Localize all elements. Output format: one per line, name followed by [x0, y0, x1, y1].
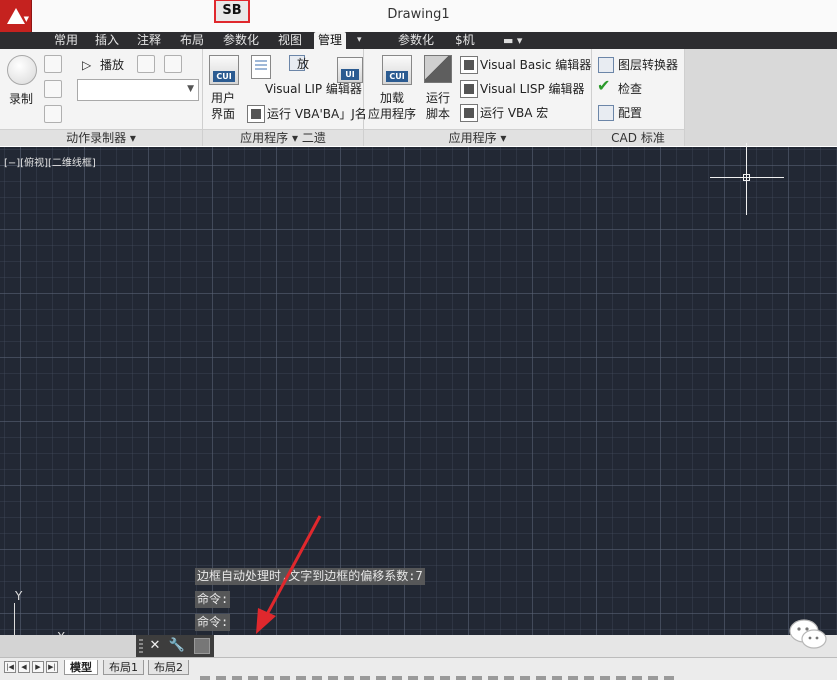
- record-button-label[interactable]: 录制: [9, 92, 33, 106]
- status-bar-toggles[interactable]: [200, 676, 680, 680]
- tab-overflow-icon[interactable]: ▾: [357, 32, 362, 49]
- vba-editor-icon[interactable]: [460, 56, 478, 74]
- command-history-line: 命令:: [195, 614, 231, 631]
- crosshair-pickbox: [743, 174, 750, 181]
- playback-label[interactable]: 放: [297, 57, 309, 71]
- run-vba-icon[interactable]: [247, 105, 265, 123]
- macro-select-combo[interactable]: ▼: [77, 79, 199, 101]
- tab-parametric[interactable]: 参数化: [219, 32, 263, 49]
- tab-parametric-2[interactable]: 参数化: [394, 32, 438, 49]
- tab-extra[interactable]: $机: [451, 32, 479, 49]
- last-layout-icon[interactable]: ▶|: [46, 661, 58, 673]
- visual-lisp-editor-label-2[interactable]: Visual LISP 编辑器: [480, 82, 585, 96]
- tab-view[interactable]: 视图: [274, 32, 306, 49]
- panel-title-applications[interactable]: 应用程序 ▾: [364, 129, 591, 146]
- tool-palettes-icon[interactable]: [251, 55, 271, 79]
- cui-import-icon[interactable]: UI: [337, 57, 363, 83]
- ribbon-empty-area: [685, 49, 837, 146]
- command-history-line: 边框自动处理时,文字到边框的偏移系数:7: [195, 568, 425, 585]
- workspace-switch-icon[interactable]: ▬ ▾: [503, 32, 522, 49]
- run-vba-macro-label[interactable]: 运行 VBA 宏: [480, 106, 548, 120]
- drag-grip-icon[interactable]: [139, 639, 143, 653]
- preference-icon[interactable]: [137, 55, 155, 73]
- request-input-icon[interactable]: [44, 80, 62, 98]
- next-layout-icon[interactable]: ▶: [32, 661, 44, 673]
- command-history-line: 命令:: [195, 591, 231, 608]
- drawing-canvas[interactable]: [−][俯视][二维线框] 边框自动处理时,文字到边框的偏移系数:7 命令: 命…: [0, 143, 837, 644]
- command-line-bar: ✕ 🔧: [0, 635, 837, 657]
- run-vba-label[interactable]: 运行 VBA'BA」J名: [267, 107, 367, 121]
- layer-translator-label[interactable]: 图层转换器: [618, 58, 678, 72]
- tab-home[interactable]: 常用: [50, 32, 82, 49]
- insert-message-icon[interactable]: [44, 55, 62, 73]
- prev-layout-icon[interactable]: ◀: [18, 661, 30, 673]
- play-button-label[interactable]: 播放: [100, 58, 124, 72]
- panel-action-recorder: 录制 ▷ 播放 ▼ 动作录制器 ▾: [0, 49, 203, 146]
- panel-cad-standards: 图层转换器 ✔ 检查 配置 CAD 标准: [592, 49, 685, 146]
- tab-layout1[interactable]: 布局1: [103, 660, 144, 675]
- visual-lisp-editor-label[interactable]: Visual LIP 编辑器: [265, 82, 362, 96]
- configure-icon[interactable]: [598, 105, 614, 121]
- wrench-icon[interactable]: 🔧: [168, 637, 186, 655]
- title-bar: ▼ Drawing1: [0, 0, 837, 32]
- ucs-y-label: Y: [15, 589, 23, 603]
- command-line-tools: ✕ 🔧: [136, 635, 214, 657]
- load-application-label-2[interactable]: 应用程序: [368, 107, 416, 121]
- command-input[interactable]: [214, 635, 837, 657]
- tab-manage[interactable]: 管理: [314, 32, 347, 49]
- close-icon[interactable]: ✕: [146, 637, 164, 655]
- ribbon: 录制 ▷ 播放 ▼ 动作录制器 ▾ CUI 用户 界面 放 UI Visual …: [0, 49, 837, 146]
- command-input-value[interactable]: SB: [214, 0, 250, 23]
- play-icon[interactable]: ▷: [82, 58, 91, 72]
- check-label[interactable]: 检查: [618, 82, 642, 96]
- record-circle-icon[interactable]: [7, 55, 37, 85]
- panel-title-cad-standards: CAD 标准: [592, 129, 684, 146]
- panel-applications: CUI 加载 应用程序 运行 脚本 Visual Basic 编辑器 Visua…: [364, 49, 592, 146]
- visual-lisp-icon[interactable]: [460, 80, 478, 98]
- run-script-label-1[interactable]: 运行: [426, 91, 450, 105]
- panel-title-action-recorder[interactable]: 动作录制器 ▾: [0, 129, 202, 146]
- user-interface-label-1[interactable]: 用户: [211, 91, 235, 105]
- run-vba-macro-icon[interactable]: [460, 104, 478, 122]
- configure-label[interactable]: 配置: [618, 106, 642, 120]
- command-prompt-icon[interactable]: [194, 638, 210, 654]
- tab-annotate[interactable]: 注释: [133, 32, 165, 49]
- panel-title-customization[interactable]: 应用程序 ▾ 二遗: [203, 129, 363, 146]
- run-script-label-2[interactable]: 脚本: [426, 107, 450, 121]
- layer-translator-icon[interactable]: [598, 57, 614, 73]
- insert-base-point-icon[interactable]: [44, 105, 62, 123]
- chevron-down-icon: ▼: [187, 84, 194, 94]
- ucs-y-axis: [14, 603, 15, 639]
- load-application-icon[interactable]: CUI: [382, 55, 412, 85]
- tab-layout2[interactable]: 布局2: [148, 660, 189, 675]
- wechat-watermark-icon: [789, 619, 827, 649]
- run-script-icon[interactable]: [424, 55, 452, 83]
- user-interface-label-2[interactable]: 界面: [211, 107, 235, 121]
- window-title: Drawing1: [387, 7, 450, 22]
- tab-insert[interactable]: 插入: [91, 32, 123, 49]
- tab-layout[interactable]: 布局: [176, 32, 208, 49]
- visual-basic-editor-label[interactable]: Visual Basic 编辑器: [480, 58, 591, 72]
- manage-macros-icon[interactable]: [164, 55, 182, 73]
- check-icon[interactable]: ✔: [597, 78, 610, 94]
- cui-icon[interactable]: CUI: [209, 55, 239, 85]
- viewport-controls-label[interactable]: [−][俯视][二维线框]: [4, 154, 96, 169]
- first-layout-icon[interactable]: |◀: [4, 661, 16, 673]
- tab-model[interactable]: 模型: [64, 660, 98, 675]
- panel-customization: CUI 用户 界面 放 UI Visual LIP 编辑器 运行 VBA'BA」…: [203, 49, 367, 146]
- load-application-label-1[interactable]: 加载: [380, 91, 404, 105]
- ribbon-tab-bar: 常用 插入 注释 布局 参数化 视图 管理 ▾ 参数化 $机 ▬ ▾: [0, 32, 837, 49]
